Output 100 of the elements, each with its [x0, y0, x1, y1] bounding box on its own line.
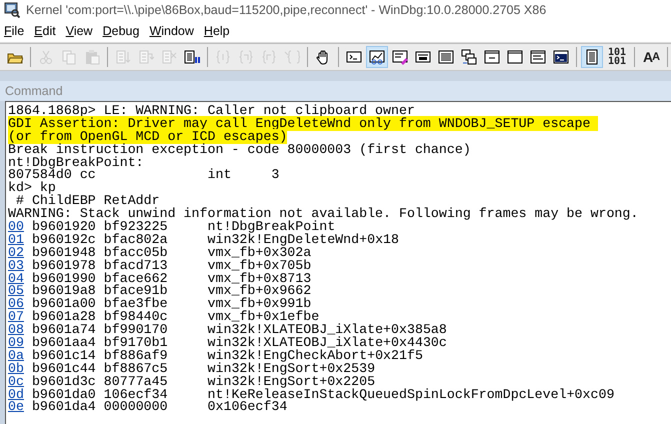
frame-number-link[interactable]: 0e — [8, 401, 24, 414]
frame-number-link[interactable]: 02 — [8, 246, 24, 260]
frame-number-link[interactable]: 04 — [8, 272, 24, 286]
frame-number-link[interactable]: 05 — [8, 285, 24, 298]
frame-number-link[interactable]: 0c — [8, 376, 24, 389]
toolbar-button[interactable]: 101 101 — [604, 46, 630, 68]
frame-number-link[interactable]: 09 — [8, 337, 24, 350]
return-address-text: bf990170 — [104, 324, 169, 338]
return-address-text: bf98440c — [104, 311, 169, 324]
child-ebp-text: b9601c44 — [32, 362, 96, 376]
return-address-text: bfac802a — [104, 234, 169, 247]
call-site-text: win32k!EngSort+0x2205 — [208, 376, 376, 389]
frame-number-link[interactable]: 0a — [8, 350, 24, 363]
step-icon — [161, 49, 177, 65]
frame-number-link[interactable]: 03 — [8, 260, 24, 273]
frame-number-link[interactable]: 00 — [8, 221, 24, 234]
call-site-text: win32k!EngDeleteWnd+0x18 — [208, 234, 400, 247]
return-address-text: 80777a45 — [104, 376, 169, 389]
frame-number-link[interactable]: 07 — [8, 311, 24, 324]
cut-icon — [38, 49, 54, 65]
child-ebp-text: b9601da0 — [32, 388, 96, 402]
terminal-icon — [553, 49, 569, 65]
document-icon — [184, 49, 200, 65]
frame-number-link[interactable]: 0b — [8, 362, 24, 376]
frame-number-link[interactable]: 01 — [8, 234, 24, 247]
tree-window-icon — [461, 49, 477, 65]
call-site-text: vmx_fb+0x705b — [208, 260, 312, 273]
document-icon — [584, 49, 600, 65]
call-site-text: vmx_fb+0x1efbe — [208, 311, 320, 324]
menu-item[interactable]: Help — [202, 24, 238, 38]
return-address-text: bf923225 — [104, 221, 169, 234]
call-site-text: vmx_fb+0x9662 — [208, 285, 312, 298]
call-site-text: nt!DbgBreakPoint — [208, 221, 336, 234]
child-ebp-text: b9601a74 — [32, 324, 96, 338]
menu-item[interactable]: View — [64, 24, 101, 38]
step-icon — [138, 49, 154, 65]
call-site-text: vmx_fb+0x8713 — [208, 272, 312, 286]
output-line: kd> kp — [8, 180, 56, 196]
child-ebp-text: b9601aa4 — [32, 337, 96, 350]
menu-item[interactable]: Edit — [32, 24, 64, 38]
call-site-text: 0x106ecf34 — [208, 401, 288, 414]
list-window-icon — [438, 49, 454, 65]
return-address-text: bf886af9 — [104, 350, 169, 363]
menu-item[interactable]: File — [2, 24, 32, 38]
brace-icon — [284, 49, 300, 65]
child-ebp-text: b9601978 — [32, 260, 96, 273]
hex-window-icon — [415, 49, 431, 65]
return-address-text: bface662 — [104, 272, 169, 286]
return-address-text: bfae3fbe — [104, 298, 169, 312]
call-site-text: win32k!EngCheckAbort+0x21f5 — [208, 350, 423, 363]
toolbar-button[interactable] — [366, 46, 388, 68]
paste-icon — [84, 49, 100, 65]
output-line: 1864.1868p> LE: WARNING: Caller not clipboard owner — [8, 103, 415, 118]
call-site-text: vmx_fb+0x302a — [208, 246, 312, 260]
child-ebp-text: b9601920 — [32, 221, 96, 234]
return-address-text: bf9170b1 — [104, 337, 169, 350]
terminal-icon — [346, 49, 362, 65]
menu-item[interactable]: Window — [147, 24, 202, 38]
output-line: WARNING: Stack unwind information not available. Following frames may be wrong. — [8, 206, 638, 222]
brace-icon — [261, 49, 277, 65]
app-icon — [4, 2, 20, 18]
output-line: nt!DbgBreakPoint: — [8, 154, 144, 170]
frame-number-link[interactable]: 0d — [8, 388, 24, 402]
toolbar-button[interactable] — [581, 46, 603, 68]
window-title: Kernel 'com:port=\\.\pipe\86Box,baud=115200,pipe,reconnect' - WinDbg:10.0.28000.2705 X86 — [26, 3, 546, 17]
child-ebp-text: b960192c — [32, 234, 96, 247]
child-ebp-text: b96019a8 — [32, 285, 96, 298]
copy-icon — [61, 49, 77, 65]
window-icon — [484, 49, 500, 65]
output-line: Break instruction exception - code 80000003 (first chance) — [8, 142, 471, 157]
blank-window-icon — [507, 49, 523, 65]
child-ebp-text: b9601da4 — [32, 401, 96, 414]
list-window-icon — [530, 49, 546, 65]
menu-item[interactable]: Debug — [100, 24, 148, 38]
return-address-text: 00000000 — [104, 401, 169, 414]
child-ebp-text: b9601948 — [32, 246, 96, 260]
call-site-text: vmx_fb+0x991b — [208, 298, 312, 312]
step-icon — [115, 49, 131, 65]
chart-window-icon — [369, 49, 385, 65]
return-address-text: bface91b — [104, 285, 169, 298]
return-address-text: bfacc05b — [104, 246, 169, 260]
child-ebp-text: b9601990 — [32, 272, 96, 286]
output-line: 807584d0 cc int 3 — [8, 167, 280, 182]
frame-number-link[interactable]: 06 — [8, 298, 24, 312]
child-ebp-text: b9601c14 — [32, 350, 96, 363]
child-ebp-text: b9601a00 — [32, 298, 96, 312]
brace-icon — [215, 49, 231, 65]
child-ebp-text: b9601a28 — [32, 311, 96, 324]
call-site-text: nt!KeReleaseInStackQueuedSpinLockFromDpcLevel+0xc09 — [208, 388, 614, 402]
output-line: # ChildEBP RetAddr — [16, 193, 160, 208]
return-address-text: bfacd713 — [104, 260, 169, 273]
pane-title: Command — [5, 84, 63, 98]
frame-number-link[interactable]: 08 — [8, 324, 24, 338]
call-site-text: win32k!EngSort+0x2539 — [208, 362, 376, 376]
child-ebp-text: b9601d3c — [32, 376, 96, 389]
return-address-text: bf8867c5 — [104, 362, 169, 376]
edit-window-icon — [392, 49, 408, 65]
return-address-text: 106ecf34 — [104, 388, 169, 402]
call-site-text: win32k!XLATEOBJ_iXlate+0x4430c — [208, 337, 447, 350]
call-site-text: win32k!XLATEOBJ_iXlate+0x385a8 — [208, 324, 447, 338]
